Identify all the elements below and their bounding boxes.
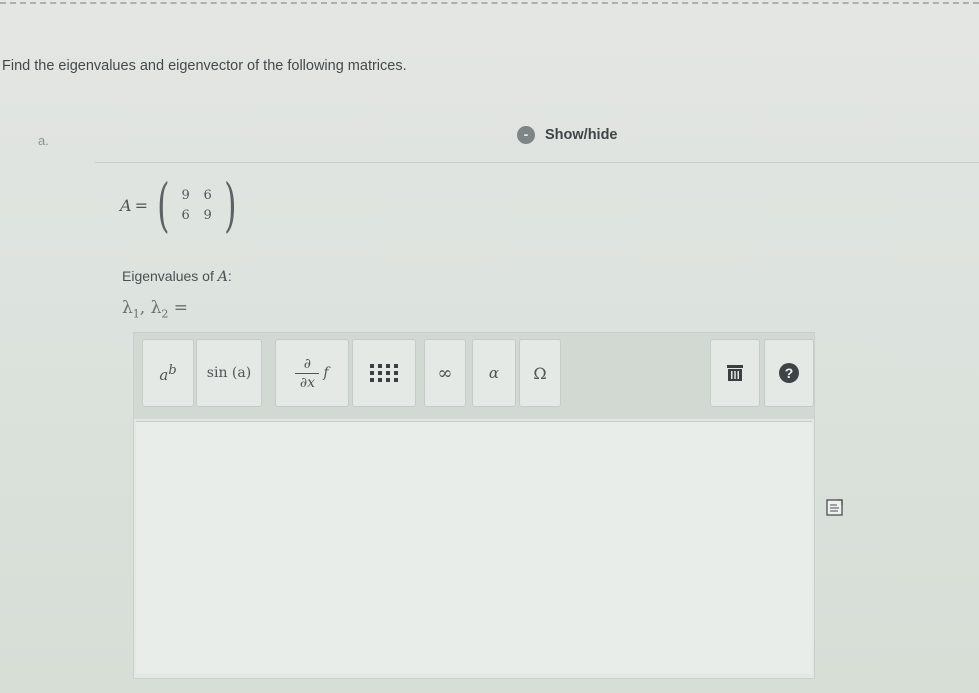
answer-input-area[interactable] [136, 421, 812, 674]
lambda-equals: = [168, 298, 189, 318]
power-base: a [159, 365, 169, 384]
question-text: Find the eigenvalues and eigenvector of … [2, 58, 407, 74]
power-button[interactable]: ab [142, 339, 194, 407]
matrix-cell: 6 [203, 187, 212, 203]
derivative-denominator: ∂x [299, 374, 315, 391]
derivative-button[interactable]: ∂ ∂x f [275, 339, 349, 407]
derivative-fraction: ∂ ∂x [295, 355, 320, 391]
alpha-button[interactable]: α [472, 339, 516, 407]
matrix-grid: 9 6 6 9 [175, 185, 219, 225]
help-button[interactable]: ? [764, 339, 814, 407]
matrix-equals: = [134, 195, 148, 215]
power-exp: b [168, 362, 177, 378]
eigenvalues-label-text: Eigenvalues of [122, 268, 218, 284]
eigenvalues-label-var: A [217, 269, 228, 285]
omega-button[interactable]: Ω [519, 339, 561, 407]
document-icon[interactable] [825, 497, 845, 517]
show-hide-label: Show/hide [545, 127, 618, 143]
math-toolbar: ab sin (a) ∂ ∂x f ∞ α Ω ? [134, 333, 814, 419]
lambda-2: λ [150, 298, 162, 318]
matrix-button[interactable] [352, 339, 416, 407]
eigenvalues-label-colon: : [227, 268, 232, 284]
math-editor: ab sin (a) ∂ ∂x f ∞ α Ω ? [133, 332, 815, 679]
trash-icon [727, 365, 743, 381]
help-icon: ? [779, 363, 799, 383]
matrix-name: A [120, 195, 132, 215]
sin-button[interactable]: sin (a) [196, 339, 262, 407]
minus-circle-icon: - [517, 126, 535, 144]
section-divider [95, 162, 979, 163]
matrix-cell: 9 [181, 187, 190, 203]
left-paren: ( [157, 171, 170, 239]
omega-symbol: Ω [533, 363, 547, 383]
top-dashed-border [0, 2, 979, 4]
part-label: a. [38, 133, 49, 148]
matrix-cell: 9 [203, 207, 212, 223]
derivative-numerator: ∂ [303, 355, 312, 372]
infinity-button[interactable]: ∞ [424, 339, 466, 407]
alpha-symbol: α [488, 364, 500, 382]
trash-button[interactable] [710, 339, 760, 407]
lambda-comma: , [139, 298, 151, 318]
lambda-1: λ [122, 298, 133, 318]
lambda-expression: λ1, λ2 = [122, 298, 188, 320]
infinity-symbol: ∞ [437, 362, 453, 384]
eigenvalues-label: Eigenvalues of A: [122, 268, 232, 285]
show-hide-toggle[interactable]: - Show/hide [517, 126, 618, 144]
right-paren: ) [223, 171, 237, 239]
lambda-1-sub: 1 [132, 307, 140, 321]
sin-label: sin (a) [206, 365, 252, 381]
matrix-icon [369, 364, 399, 382]
derivative-f: f [323, 365, 329, 381]
matrix-equation: A = ( 9 6 6 9 ) [120, 171, 241, 239]
matrix-cell: 6 [181, 207, 190, 223]
